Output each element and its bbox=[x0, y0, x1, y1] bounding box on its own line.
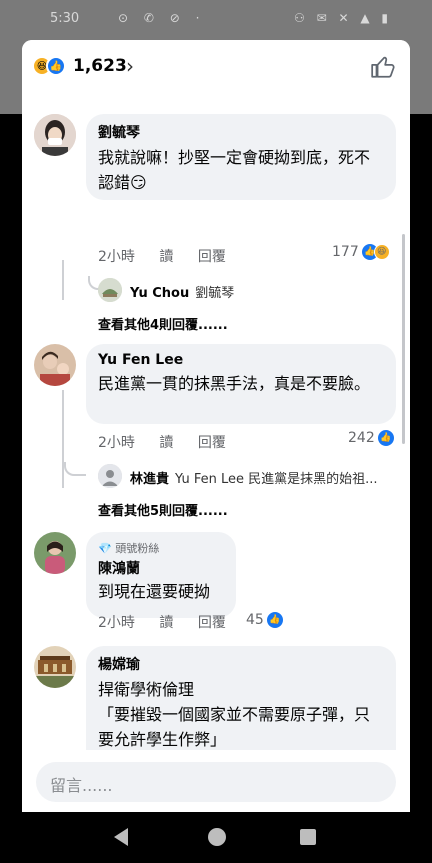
view-more-replies[interactable]: 查看其他5則回覆...... bbox=[98, 500, 228, 519]
reaction-total: 45 bbox=[246, 612, 264, 628]
avatar[interactable] bbox=[34, 344, 76, 386]
status-bar: 5:30 ⊙ ✆ ⊘ · ⚇ ✉ ✕ ▲ ▮ bbox=[0, 0, 432, 40]
thread-connector bbox=[64, 462, 86, 476]
comment-bubble[interactable]: 劉毓琴 我就說嘛！抄堅一定會硬拗到底，死不認錯😏 bbox=[86, 114, 396, 200]
comment-time: 2小時 bbox=[98, 615, 135, 631]
comment-bubble[interactable]: 楊嫦瑜 捍衛學術倫理 「要摧毀一個國家並不需要原子彈，只要允許學生作弊」 會硬拗… bbox=[86, 646, 396, 750]
comment-author[interactable]: 楊嫦瑜 bbox=[98, 654, 384, 674]
comment-author[interactable]: 陳鴻蘭 bbox=[98, 558, 224, 578]
reaction-total: 242 bbox=[348, 430, 375, 446]
reactions-summary[interactable]: 😆 👍 bbox=[32, 56, 72, 78]
reply-author[interactable]: Yu Chou bbox=[130, 286, 189, 301]
comment-bubble[interactable]: Yu Fen Lee 民進黨一貫的抹黑手法，真是不要臉。 bbox=[86, 344, 396, 424]
reply-link[interactable]: 回覆 bbox=[198, 435, 226, 451]
chevron-right-icon[interactable]: › bbox=[126, 54, 134, 78]
home-icon[interactable] bbox=[208, 828, 226, 846]
recents-icon[interactable] bbox=[300, 829, 316, 845]
like-button-icon[interactable] bbox=[370, 54, 396, 80]
sheet-header: 😆 👍 1,623 › bbox=[22, 40, 410, 94]
reaction-counter[interactable]: 177 👍 😆 bbox=[332, 244, 390, 260]
clock: 5:30 bbox=[50, 11, 80, 26]
avatar[interactable] bbox=[98, 278, 122, 302]
avatar[interactable] bbox=[34, 646, 76, 688]
reply-text: 劉毓琴 bbox=[195, 286, 235, 301]
notification-icons: ⊙ ✆ ⊘ · bbox=[118, 11, 206, 25]
comment-text: 民進黨一貫的抹黑手法，真是不要臉。 bbox=[98, 374, 371, 393]
comment-text: 我就說嘛！抄堅一定會硬拗到底，死不認錯😏 bbox=[98, 148, 371, 192]
top-fan-badge: 💎 頭號粉絲 bbox=[98, 542, 160, 555]
reaction-counter[interactable]: 242 👍 bbox=[348, 430, 394, 446]
comment-actions: 2小時 讀 回覆 bbox=[98, 612, 246, 632]
reply-link[interactable]: 回覆 bbox=[198, 249, 226, 265]
thread-line bbox=[62, 390, 64, 488]
avatar[interactable] bbox=[34, 532, 76, 574]
badge-label: 頭號粉絲 bbox=[115, 542, 160, 555]
reply-link[interactable]: 回覆 bbox=[198, 615, 226, 631]
comments-sheet: 😆 👍 1,623 › 劉毓琴 我就說嘛！抄堅一定會硬拗到底，死不認錯😏 2小時… bbox=[22, 40, 410, 812]
comment-bubble[interactable]: 💎 頭號粉絲 陳鴻蘭 到現在還要硬拗 bbox=[86, 532, 236, 618]
comment-input[interactable]: 留言...... bbox=[36, 762, 396, 802]
comment-time: 2小時 bbox=[98, 249, 135, 265]
scrollbar[interactable] bbox=[402, 234, 405, 444]
reaction-total: 177 bbox=[332, 244, 359, 260]
read-link[interactable]: 讀 bbox=[159, 435, 173, 451]
reply-preview[interactable]: Yu Chou 劉毓琴 bbox=[130, 282, 390, 301]
avatar[interactable] bbox=[98, 464, 122, 488]
comment-list[interactable]: 劉毓琴 我就說嘛！抄堅一定會硬拗到底，死不認錯😏 2小時 讀 回覆 177 👍 … bbox=[22, 94, 410, 750]
avatar[interactable] bbox=[34, 114, 76, 156]
read-link[interactable]: 讀 bbox=[159, 615, 173, 631]
comment-author[interactable]: 劉毓琴 bbox=[98, 122, 384, 142]
reply-text: Yu Fen Lee 民進黨是抹黑的始祖... bbox=[175, 472, 378, 487]
reaction-counter[interactable]: 45 👍 bbox=[246, 612, 283, 628]
comment-actions: 2小時 讀 回覆 bbox=[98, 432, 246, 452]
like-icon: 👍 bbox=[46, 56, 66, 76]
comment-text: 捍衛學術倫理 「要摧毀一個國家並不需要原子彈，只要允許學生作弊」 會硬拗的人不會… bbox=[98, 680, 371, 749]
system-icons: ⚇ ✉ ✕ ▲ ▮ bbox=[294, 11, 392, 25]
like-icon: 👍 bbox=[266, 612, 283, 628]
thread-line bbox=[62, 260, 64, 300]
system-nav-bar bbox=[0, 812, 432, 863]
comment-actions: 2小時 讀 回覆 bbox=[98, 246, 246, 266]
comment-text: 到現在還要硬拗 bbox=[98, 582, 211, 601]
like-icon: 👍 bbox=[377, 430, 394, 446]
haha-icon: 😆 bbox=[373, 244, 390, 260]
back-icon[interactable] bbox=[114, 828, 128, 846]
reply-preview[interactable]: 林進貴 Yu Fen Lee 民進黨是抹黑的始祖... bbox=[130, 468, 392, 487]
read-link[interactable]: 讀 bbox=[159, 249, 173, 265]
comment-composer: 留言...... bbox=[22, 750, 410, 812]
reply-author[interactable]: 林進貴 bbox=[130, 472, 169, 487]
comment-time: 2小時 bbox=[98, 435, 135, 451]
view-more-replies[interactable]: 查看其他4則回覆...... bbox=[98, 314, 228, 333]
comment-author[interactable]: Yu Fen Lee bbox=[98, 352, 384, 368]
reaction-count[interactable]: 1,623 bbox=[73, 56, 127, 76]
